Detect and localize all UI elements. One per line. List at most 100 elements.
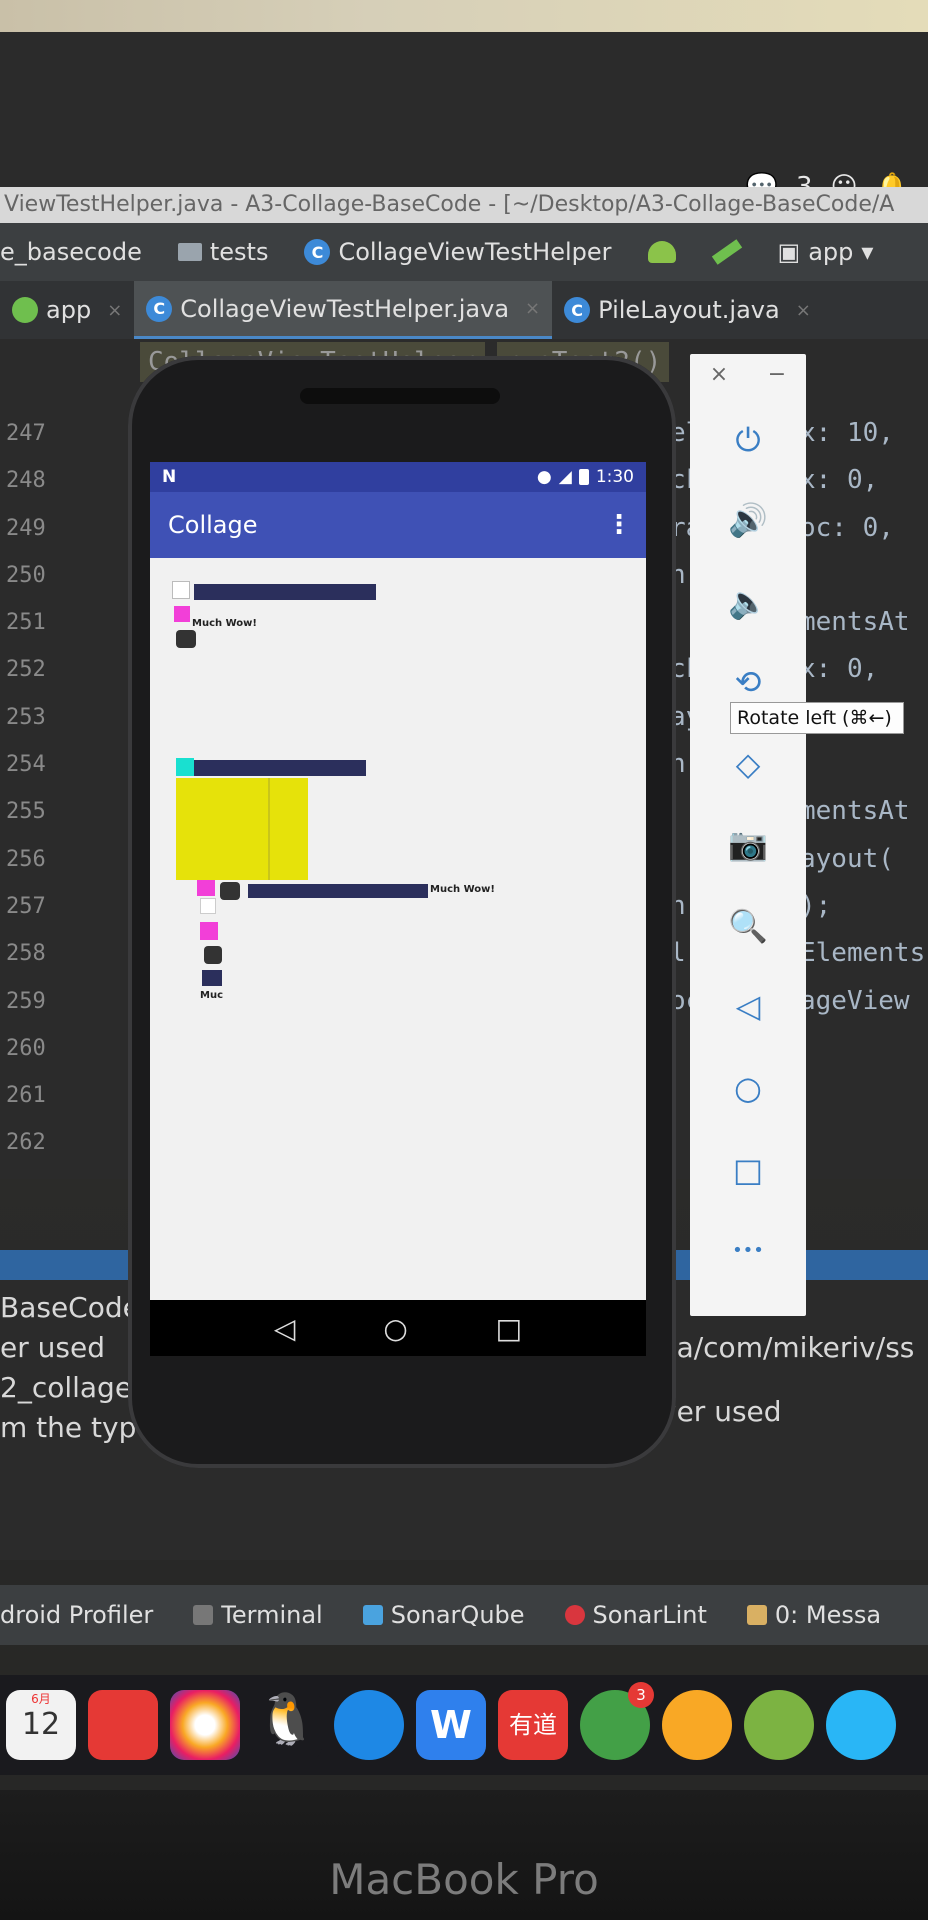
ide-navigation-bar: e_basecode tests C CollageViewTestHelper … <box>0 223 928 281</box>
build-button[interactable] <box>711 239 742 265</box>
tab-collage-view-test-helper[interactable]: C CollageViewTestHelper.java × <box>134 281 553 339</box>
app-module-icon <box>12 297 38 323</box>
android-robot-icon <box>176 630 196 648</box>
close-icon[interactable]: × <box>710 362 728 387</box>
avd-manager-button[interactable] <box>647 241 676 263</box>
line-number: 256 <box>6 846 46 872</box>
rotate-left-button[interactable]: ⟲ <box>726 660 770 704</box>
app-toolbar: Collage ⋮ <box>150 492 646 558</box>
power-button[interactable]: ⏻ <box>726 418 770 462</box>
home-icon[interactable]: ○ <box>726 1066 770 1110</box>
overview-icon[interactable]: □ <box>726 1148 770 1192</box>
white-square <box>172 581 190 599</box>
zoom-button[interactable]: 🔍 <box>726 904 770 948</box>
run-config-select[interactable]: ▣ app ▾ <box>778 238 874 266</box>
tab-app[interactable]: app × <box>0 281 134 339</box>
tool-sonarlint[interactable]: SonarLint <box>564 1601 707 1629</box>
chat-app-icon[interactable] <box>826 1690 896 1760</box>
line-number: 249 <box>6 515 46 541</box>
line-number: 259 <box>6 988 46 1014</box>
yellow-rect <box>176 778 308 880</box>
wps-icon[interactable]: W <box>416 1690 486 1760</box>
magenta-square <box>174 606 190 622</box>
close-icon[interactable]: × <box>525 298 540 319</box>
nav-folder[interactable]: tests <box>177 238 268 266</box>
code-fragment <box>800 1025 928 1072</box>
emulator-screen[interactable]: N ● ◢ 1:30 Collage ⋮ Much Wow! Much Wow!… <box>150 462 646 1300</box>
tool-messages[interactable]: 0: Messa <box>746 1601 881 1629</box>
emulator-phone-frame: N ● ◢ 1:30 Collage ⋮ Much Wow! Much Wow!… <box>128 356 676 1468</box>
sonarlint-icon <box>564 1605 585 1625</box>
desktop-photo: 💬 3 ☺ 🔔 ViewTestHelper.java - A3-Collage… <box>0 0 928 1920</box>
system-bar: 💬 3 ☺ 🔔 <box>0 32 928 202</box>
code-fragment <box>800 552 928 599</box>
wechat-icon[interactable]: 3 <box>580 1682 654 1760</box>
nav-file[interactable]: C CollageViewTestHelper <box>304 238 612 266</box>
line-number: 262 <box>6 1130 46 1156</box>
maps-icon[interactable] <box>334 1690 404 1760</box>
battery-icon <box>578 469 589 485</box>
android-icon <box>647 241 676 263</box>
qq-icon[interactable]: 🐧 <box>252 1690 322 1760</box>
truncated-label: Muc <box>200 990 223 1001</box>
location-icon: ● <box>536 467 552 487</box>
line-number: 260 <box>6 1035 46 1061</box>
phone-speaker <box>300 388 500 404</box>
recents-button[interactable]: □ <box>496 1312 522 1345</box>
screenshot-button[interactable]: 📷 <box>726 822 770 866</box>
magenta-square <box>197 880 215 896</box>
tool-android-profiler[interactable]: droid Profiler <box>0 1601 153 1629</box>
hammer-icon <box>711 239 742 265</box>
tab-pile-layout[interactable]: C PileLayout.java × <box>552 281 823 339</box>
volume-up-button[interactable]: 🔊 <box>726 498 770 542</box>
chevron-down-icon: ▾ <box>861 238 874 266</box>
emulator-toolbar-header: × − <box>690 354 806 394</box>
code-fragment: oc: 0, <box>800 512 894 543</box>
back-button[interactable]: ◁ <box>274 1312 296 1345</box>
code-fragment: mentsAt <box>800 796 910 827</box>
close-icon[interactable]: × <box>107 300 122 321</box>
code-fragments-right: x: 10, x: 0, oc: 0, mentsAt x: 0, mentsAt ayou… <box>800 410 928 1167</box>
tool-sonarqube[interactable]: SonarQube <box>362 1601 525 1629</box>
photos-icon[interactable] <box>170 1690 240 1760</box>
line-number: 257 <box>6 893 46 919</box>
magenta-square <box>200 922 218 940</box>
code-fragment: Elements <box>800 938 926 969</box>
netease-music-icon[interactable] <box>88 1690 158 1760</box>
navy-bar <box>194 584 376 600</box>
laptop-brand: MacBook Pro <box>329 1855 599 1904</box>
more-options-icon[interactable]: ••• <box>726 1228 770 1272</box>
youdao-icon[interactable]: 有道 <box>498 1690 568 1760</box>
navy-bar <box>248 884 428 898</box>
android-studio-icon[interactable] <box>744 1690 814 1760</box>
calendar-app-icon[interactable]: 6月 12 <box>6 1690 76 1760</box>
android-status-bar: N ● ◢ 1:30 <box>150 462 646 492</box>
android-robot-icon <box>220 882 240 900</box>
minimize-icon[interactable]: − <box>768 362 786 387</box>
signal-icon: ◢ <box>558 467 572 487</box>
code-fragment <box>800 1119 928 1166</box>
android-studio-preview-icon[interactable] <box>662 1690 732 1760</box>
cyan-square <box>176 758 194 776</box>
collage-view[interactable]: Much Wow! Much Wow! Muc <box>150 558 646 1300</box>
back-icon[interactable]: ◁ <box>726 984 770 1028</box>
much-wow-label: Much Wow! <box>430 884 495 895</box>
macos-dock: 6月 12 🐧 W 有道 3 <box>0 1675 928 1775</box>
window-top-strip <box>0 0 928 32</box>
overflow-menu-icon[interactable]: ⋮ <box>606 510 632 540</box>
status-logo: N <box>162 467 177 487</box>
terminal-icon <box>193 1605 214 1625</box>
code-fragment <box>800 1072 928 1119</box>
home-button[interactable]: ○ <box>383 1312 407 1345</box>
nav-module[interactable]: e_basecode <box>0 238 142 266</box>
messages-icon <box>746 1605 767 1625</box>
line-number: 250 <box>6 562 46 588</box>
tool-terminal[interactable]: Terminal <box>193 1601 323 1629</box>
line-number: 254 <box>6 752 46 778</box>
yellow-rect-divider <box>268 778 270 880</box>
volume-down-button[interactable]: 🔈 <box>726 580 770 624</box>
status-time: 1:30 <box>595 467 634 487</box>
rotate-right-button[interactable]: ◇ <box>726 742 770 786</box>
close-icon[interactable]: × <box>796 300 811 321</box>
line-number: 253 <box>6 704 46 730</box>
